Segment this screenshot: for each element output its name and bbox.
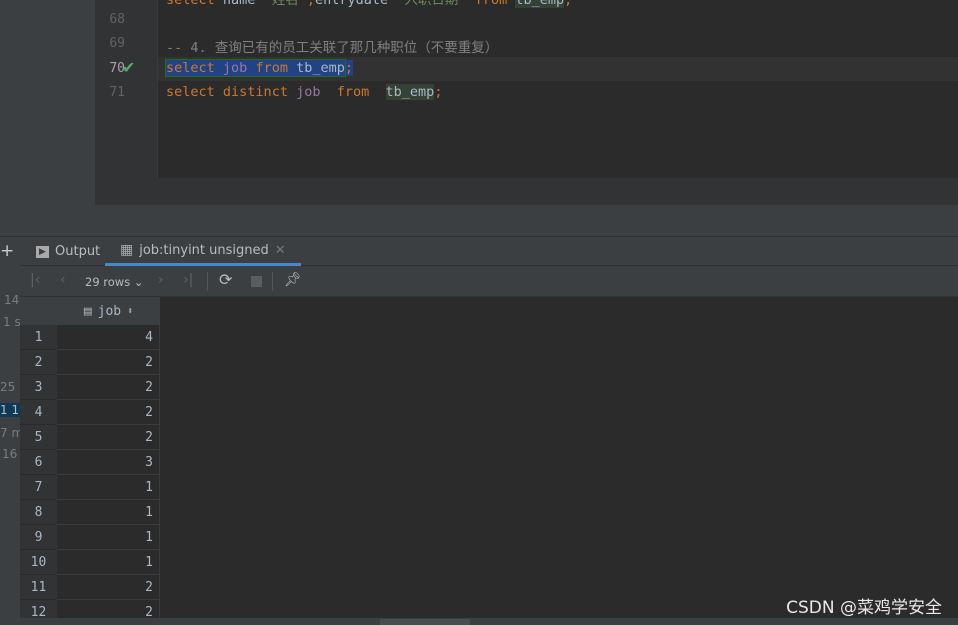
tab-label: job:tinyint unsigned [139, 242, 269, 258]
side-text: 7 m [0, 426, 20, 440]
keyword: select [166, 60, 215, 76]
rows-label: 29 rows [85, 275, 131, 289]
punct: ; [564, 0, 573, 8]
table-cell-job[interactable]: 2 [57, 575, 160, 600]
row-number[interactable]: 11 [20, 575, 57, 600]
scrollbar-thumb[interactable] [380, 619, 470, 625]
rows-dropdown[interactable]: 29 rows ⌄ [85, 275, 144, 289]
side-text: 25 r [0, 380, 20, 394]
services-panel: + 14 1 s 25 r 1 1 2 7 m 16 [0, 237, 20, 625]
column-icon: ▤ [83, 303, 92, 319]
row-number[interactable]: 5 [20, 425, 57, 450]
side-text: 16 [2, 447, 18, 461]
row-number[interactable]: 1 [20, 325, 57, 350]
code-line-71[interactable]: select distinct job from tb_emp; [166, 84, 442, 100]
table-cell-job[interactable]: 1 [57, 525, 160, 550]
refresh-icon[interactable]: ⟳ [219, 270, 232, 289]
line-number: 69 [109, 36, 125, 51]
horizontal-scrollbar[interactable] [0, 618, 958, 625]
punct: ; [344, 60, 354, 76]
side-text: 14 [4, 293, 20, 307]
editor-bottom [95, 178, 958, 205]
success-check-icon: ✔ [122, 58, 136, 77]
chevron-down-icon: ⌄ [133, 275, 144, 289]
tab-output[interactable]: ▶ Output [36, 237, 100, 266]
panel-divider[interactable] [0, 205, 958, 237]
sort-icon[interactable]: ⬍ [127, 306, 133, 317]
row-number[interactable]: 10 [20, 550, 57, 575]
code-line-70[interactable]: select job from tb_emp; [165, 59, 354, 77]
table-cell-job[interactable]: 2 [57, 350, 160, 375]
column: name [222, 0, 256, 8]
column: entrydate [314, 0, 389, 8]
row-number[interactable]: 9 [20, 525, 57, 550]
row-number[interactable]: 6 [20, 450, 57, 475]
tab-label: Output [55, 244, 101, 259]
table-name: tb_emp [385, 84, 435, 100]
code-comment[interactable]: -- 4. 查询已有的员工关联了那几种职位（不要重复） [166, 36, 498, 56]
row-number[interactable]: 8 [20, 500, 57, 525]
last-page-icon[interactable]: ›| [183, 272, 193, 288]
table-name: tb_emp [296, 60, 345, 76]
row-number[interactable]: 4 [20, 400, 57, 425]
table-name: tb_emp [515, 0, 565, 8]
table-cell-job[interactable]: 2 [57, 400, 160, 425]
line-number: 67 [95, 0, 125, 3]
console-icon: ▶ [36, 245, 49, 258]
table-cell-job[interactable]: 4 [57, 325, 160, 350]
column-header-job[interactable]: ▤ job ⬍ [57, 297, 160, 325]
table-cell-job[interactable]: 2 [57, 375, 160, 400]
line-number: 70 [109, 61, 125, 76]
keyword: select [166, 0, 215, 8]
add-icon[interactable]: + [0, 241, 14, 261]
stop-icon[interactable] [251, 276, 262, 287]
code-line-67[interactable]: select name '姓名',entrydate '入职日期' from t… [166, 0, 572, 8]
string: '入职日期' [396, 0, 467, 8]
keyword: from [336, 84, 370, 100]
table-cell-job[interactable]: 3 [57, 450, 160, 475]
row-number[interactable]: 2 [20, 350, 57, 375]
keyword: from [255, 60, 288, 76]
punct: ; [434, 84, 443, 100]
prev-page-icon[interactable]: ‹ [60, 272, 66, 288]
string: '姓名' [263, 0, 307, 8]
table-cell-job[interactable]: 1 [57, 500, 160, 525]
side-text[interactable]: 1 1 2 [0, 403, 20, 417]
table-icon: ▦ [120, 242, 134, 258]
line-number: 68 [109, 12, 125, 27]
next-page-icon[interactable]: › [158, 272, 164, 288]
table-cell-job[interactable]: 1 [57, 550, 160, 575]
results-toolbar: |‹ ‹ 29 rows ⌄ › ›| ⟳ 📌︎ [20, 266, 958, 297]
keyword: distinct [222, 84, 288, 100]
side-text: 1 s [3, 315, 20, 329]
close-icon[interactable]: ✕ [275, 243, 286, 258]
punct: , [306, 0, 315, 8]
column-label: job [97, 303, 122, 319]
column: job [296, 84, 321, 100]
table-cell-job[interactable]: 1 [57, 475, 160, 500]
first-page-icon[interactable]: |‹ [30, 272, 40, 288]
watermark: CSDN @菜鸡学安全 [786, 598, 942, 618]
tab-result[interactable]: ▦ job:tinyint unsigned ✕ [105, 237, 301, 266]
project-panel [0, 0, 95, 205]
keyword: from [474, 0, 508, 8]
pin-icon[interactable]: 📌︎ [284, 272, 302, 288]
line-number: 71 [109, 85, 125, 100]
row-number[interactable]: 3 [20, 375, 57, 400]
keyword: select [166, 84, 215, 100]
table-cell-job[interactable]: 2 [57, 425, 160, 450]
results-tabs: ▶ Output ▦ job:tinyint unsigned ✕ [20, 237, 958, 266]
grid-corner [20, 297, 57, 325]
row-number[interactable]: 7 [20, 475, 57, 500]
column: job [222, 60, 248, 76]
